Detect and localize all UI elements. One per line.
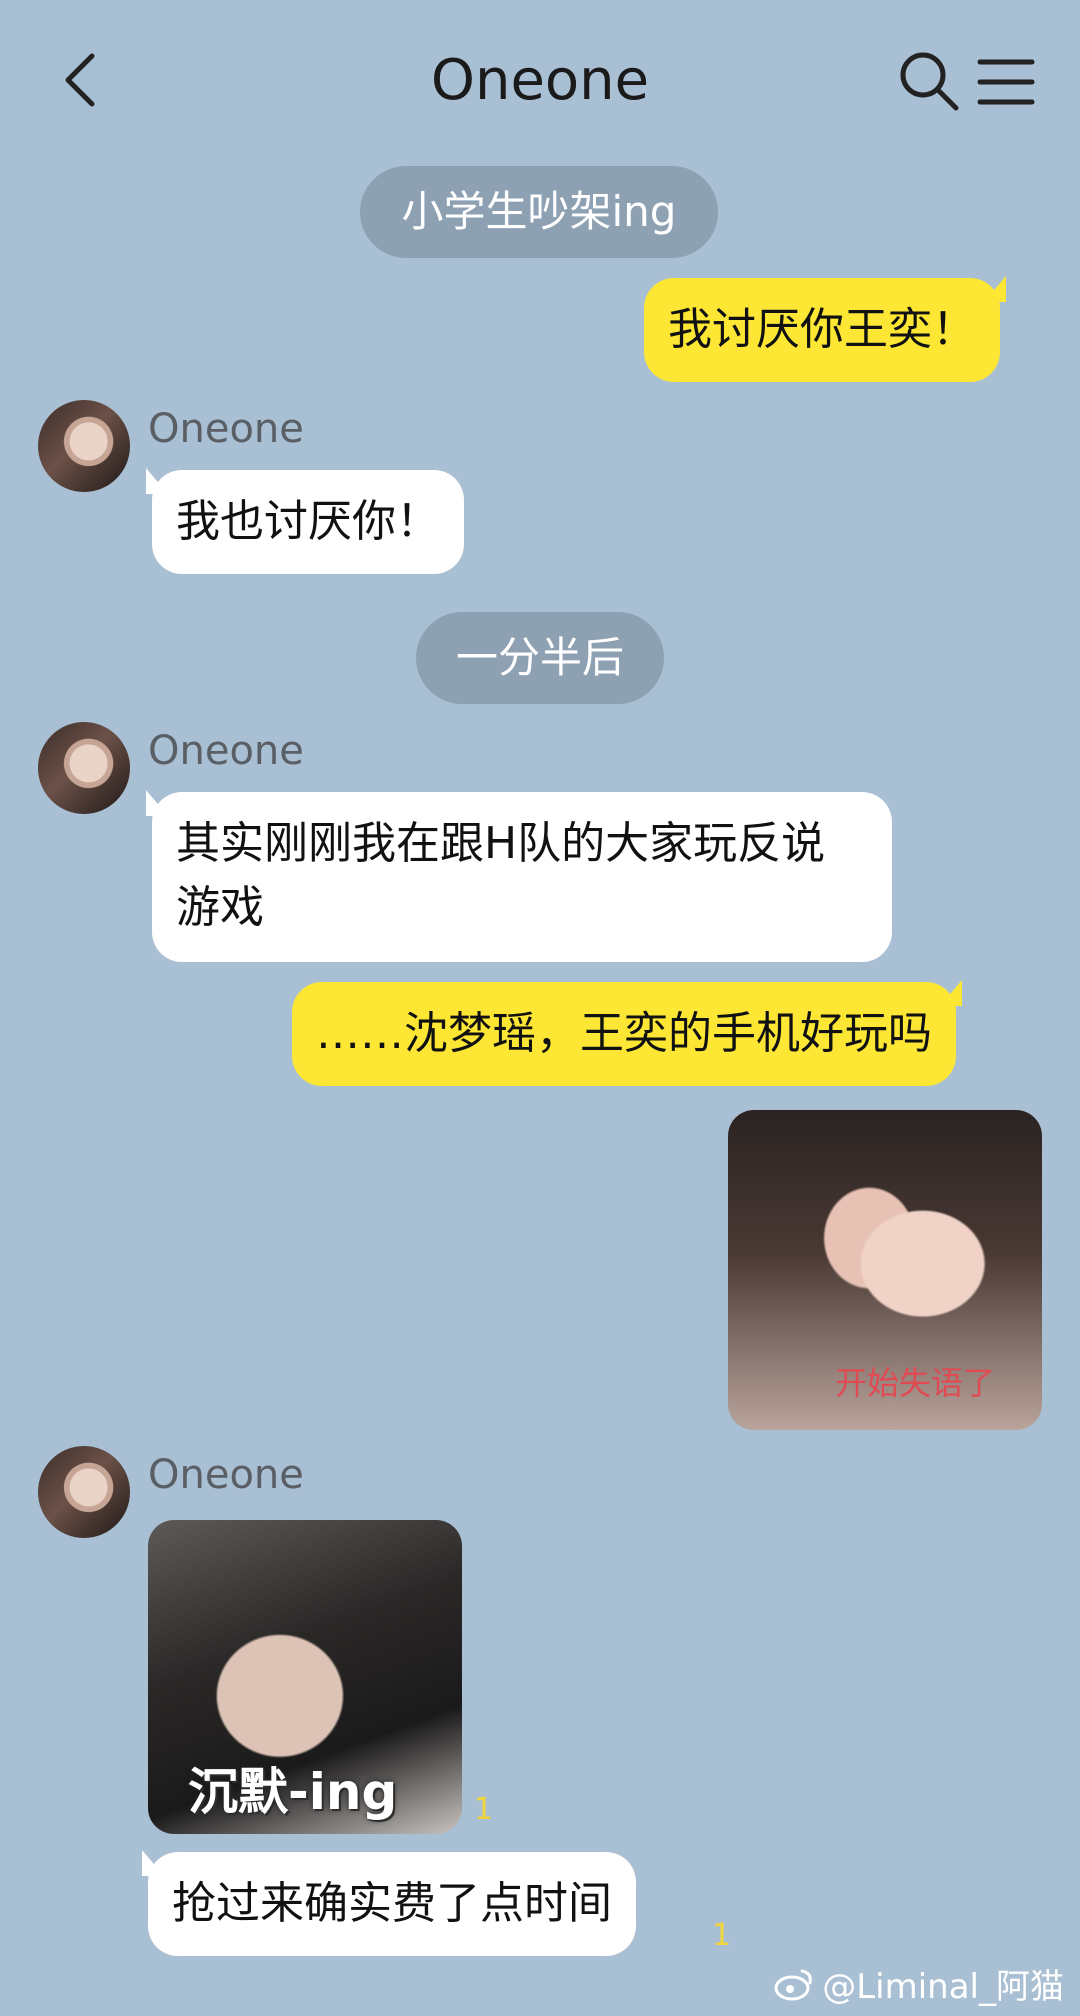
sender-name: Oneone <box>148 1452 304 1498</box>
search-icon <box>900 52 959 111</box>
search-button[interactable] <box>896 48 962 114</box>
unread-count: 1 <box>712 1918 732 1953</box>
chat-header: Oneone <box>0 0 1080 160</box>
their-message[interactable]: 我也讨厌你！ <box>146 468 464 574</box>
my-message[interactable]: 我讨厌你王奕！ <box>644 278 1000 382</box>
system-notice: 一分半后 <box>416 612 664 704</box>
sticker-caption: 开始失语了 <box>834 1364 995 1402</box>
avatar[interactable] <box>38 722 130 814</box>
avatar[interactable] <box>38 400 130 492</box>
menu-button[interactable] <box>976 52 1036 112</box>
watermark: @Liminal_阿猫 <box>774 1959 1064 2008</box>
sticker-caption: 沉默-ing <box>188 1763 398 1821</box>
their-message[interactable]: 抢过来确实费了点时间 <box>142 1850 636 1956</box>
sticker-image[interactable]: 开始失语了 <box>728 1110 1042 1430</box>
avatar[interactable] <box>38 1446 130 1538</box>
menu-icon <box>977 59 1035 105</box>
sender-name: Oneone <box>148 728 304 774</box>
my-message[interactable]: ……沈梦瑶，王奕的手机好玩吗 <box>292 982 956 1086</box>
sticker-image[interactable]: 沉默-ing <box>148 1520 462 1834</box>
their-message[interactable]: 其实刚刚我在跟H队的大家玩反说游戏 <box>146 790 892 962</box>
system-notice: 小学生吵架ing <box>360 166 718 258</box>
sender-name: Oneone <box>148 406 304 452</box>
weibo-icon <box>774 1969 813 2000</box>
unread-count: 1 <box>474 1792 494 1827</box>
watermark-text: @Liminal_阿猫 <box>822 1967 1064 2007</box>
